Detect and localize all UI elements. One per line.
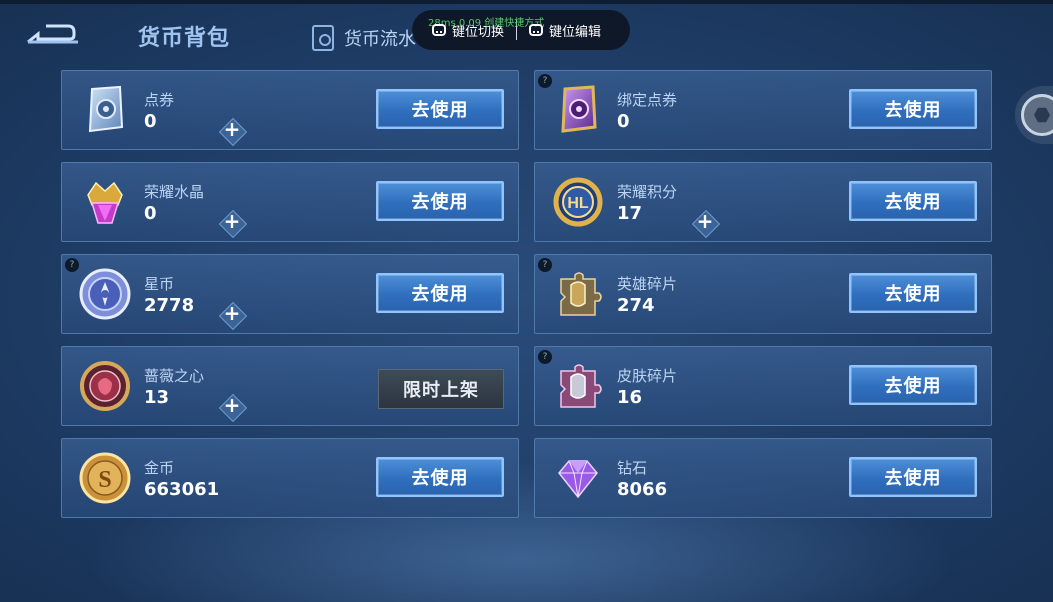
gamepad-edit-icon: [529, 24, 544, 36]
currency-card-rose-heart: 蔷薇之心 13 限时上架: [61, 346, 519, 426]
hex-settings-icon: [1021, 94, 1053, 136]
add-currency-button[interactable]: [220, 301, 244, 327]
currency-name: 荣耀积分: [617, 183, 678, 201]
currency-card-glory-points: HL 荣耀积分 17 去使用: [534, 162, 992, 242]
currency-amount: 17: [617, 203, 643, 224]
gold-coin-icon: S: [79, 452, 131, 504]
keymap-overlay: 28ms 0.09 创建快捷方式 键位切换 键位编辑: [412, 10, 630, 50]
currency-card-hero-shard: ? 英雄碎片 274 去使用: [534, 254, 992, 334]
currency-name: 荣耀水晶: [144, 183, 205, 201]
currency-name: 点券: [144, 91, 175, 109]
help-icon[interactable]: ?: [538, 74, 552, 88]
help-icon[interactable]: ?: [538, 350, 552, 364]
svg-text:S: S: [98, 467, 111, 493]
add-currency-button[interactable]: [220, 393, 244, 419]
glory-crystal-icon: [87, 181, 123, 224]
currency-amount: 0: [144, 203, 157, 224]
page-title: 货币背包: [138, 26, 231, 51]
use-button[interactable]: 去使用: [849, 273, 977, 313]
currency-card-star-coin: ? 星币 2778 去使用: [61, 254, 519, 334]
currency-name: 绑定点券: [617, 91, 678, 109]
use-button[interactable]: 去使用: [849, 89, 977, 129]
limited-time-label: 限时上架: [378, 369, 504, 409]
use-button[interactable]: 去使用: [849, 457, 977, 497]
currency-card-gold: S 金币 663061 去使用: [61, 438, 519, 518]
currency-card-diamond: 钻石 8066 去使用: [534, 438, 992, 518]
gamepad-icon: [432, 24, 446, 36]
currency-name: 蔷薇之心: [144, 367, 205, 385]
ledger-icon: [312, 25, 334, 51]
use-button[interactable]: 去使用: [376, 457, 504, 497]
currency-amount: 8066: [617, 479, 668, 500]
key-edit-label: 键位编辑: [549, 24, 602, 40]
add-currency-button[interactable]: [693, 209, 717, 235]
svg-text:HL: HL: [567, 195, 589, 212]
currency-amount: 663061: [144, 479, 220, 500]
help-icon[interactable]: ?: [538, 258, 552, 272]
currency-amount: 13: [144, 387, 170, 408]
currency-name: 英雄碎片: [617, 275, 678, 293]
use-button[interactable]: 去使用: [376, 273, 504, 313]
skin-shard-icon: [560, 364, 602, 408]
currency-amount: 0: [144, 111, 157, 132]
diamond-icon: [558, 460, 598, 499]
bound-coupon-icon: [561, 85, 597, 133]
currency-card-bound-dianquan: ? 绑定点券 0 去使用: [534, 70, 992, 150]
coupon-icon: [88, 85, 124, 133]
rose-heart-icon: [80, 361, 130, 411]
use-button[interactable]: 去使用: [376, 89, 504, 129]
add-currency-button[interactable]: [220, 209, 244, 235]
currency-amount: 274: [617, 295, 655, 316]
currency-name: 星币: [144, 275, 175, 293]
currency-name: 钻石: [617, 459, 648, 477]
currency-amount: 0: [617, 111, 630, 132]
currency-name: 皮肤碎片: [617, 367, 678, 385]
use-button[interactable]: 去使用: [849, 181, 977, 221]
glory-points-icon: HL: [553, 177, 603, 227]
tab-currency-flow[interactable]: 货币流水: [312, 24, 416, 52]
hero-shard-icon: [560, 272, 602, 316]
add-currency-button[interactable]: [220, 117, 244, 143]
currency-card-glory-crystal: 荣耀水晶 0 去使用: [61, 162, 519, 242]
currency-amount: 16: [617, 387, 643, 408]
currency-amount: 2778: [144, 295, 195, 316]
currency-card-skin-shard: ? 皮肤碎片 16 去使用: [534, 346, 992, 426]
back-arrow-icon: [27, 24, 78, 44]
use-button[interactable]: 去使用: [849, 365, 977, 405]
help-icon[interactable]: ?: [65, 258, 79, 272]
currency-name: 金币: [144, 459, 175, 477]
top-edge: [0, 0, 1053, 4]
tab-currency-flow-label: 货币流水: [344, 29, 416, 50]
star-coin-icon: [79, 268, 131, 320]
back-button[interactable]: [24, 20, 82, 54]
use-button[interactable]: 去使用: [376, 181, 504, 221]
currency-card-dianquan: 点券 0 去使用: [61, 70, 519, 150]
